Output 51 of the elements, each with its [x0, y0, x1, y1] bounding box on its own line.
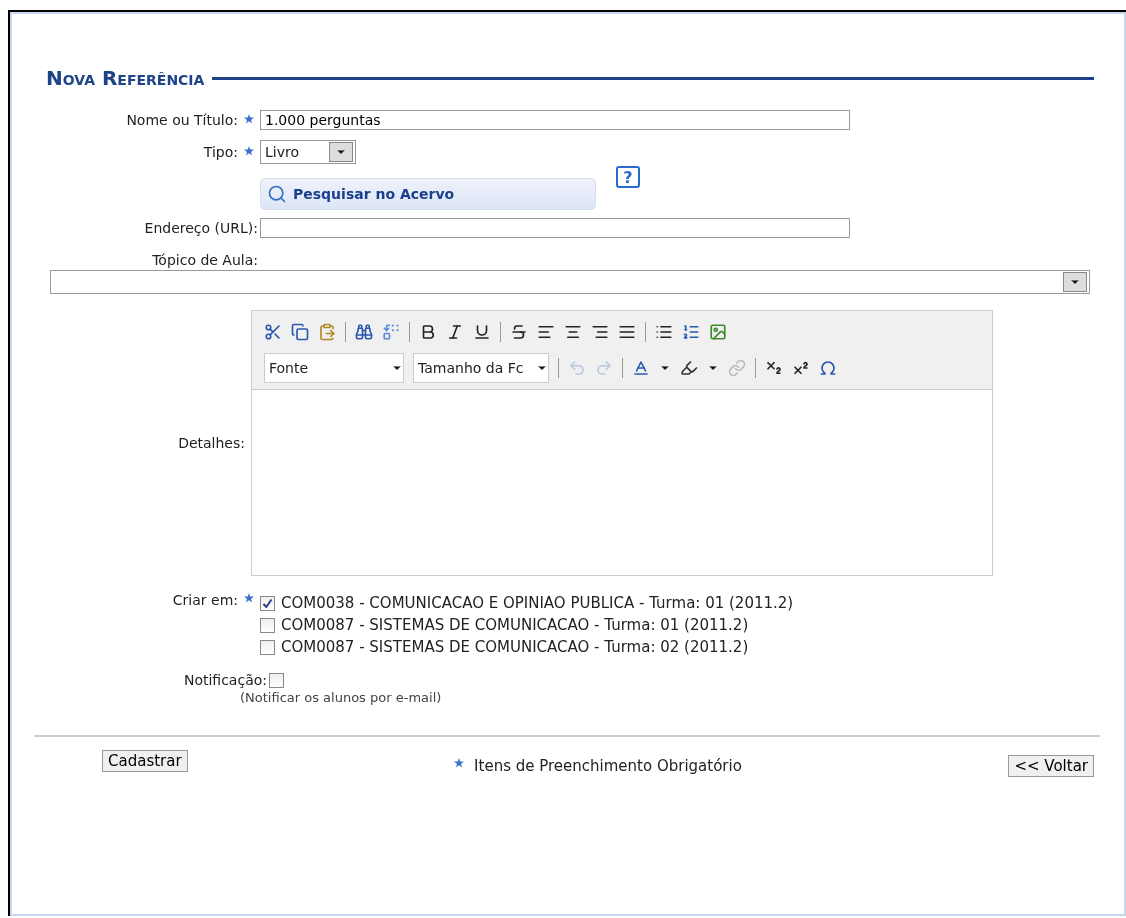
help-icon[interactable]: ?: [616, 166, 640, 188]
required-star-icon: [454, 758, 465, 768]
checkbox-label: COM0038 - COMUNICACAO E OPINIAO PUBLICA - Turma: 01 (2011.2): [281, 594, 794, 612]
back-button[interactable]: << Voltar: [1008, 755, 1094, 777]
align-right-icon[interactable]: [591, 323, 609, 341]
italic-icon[interactable]: [446, 323, 464, 341]
bullet-list-icon[interactable]: [655, 323, 673, 341]
underline-icon[interactable]: [473, 323, 491, 341]
field-label: Endereço (URL):: [143, 220, 259, 236]
align-left-icon[interactable]: [537, 323, 555, 341]
search-collection-button[interactable]: Pesquisar no Acervo: [260, 178, 596, 210]
superscript-icon[interactable]: [792, 359, 810, 377]
checkbox-label: COM0087 - SISTEMAS DE COMUNICACAO - Turma: 02 (2011.2): [281, 638, 749, 656]
checkbox[interactable]: [260, 617, 275, 633]
field-label: Tipo:: [202, 144, 238, 160]
replace-icon[interactable]: [382, 323, 400, 341]
field-label: Nome ou Título:: [125, 112, 238, 128]
align-center-icon[interactable]: [564, 323, 582, 341]
input-field[interactable]: 1.000 perguntas: [260, 110, 850, 130]
checkbox[interactable]: [269, 672, 284, 688]
omega-icon[interactable]: [819, 359, 837, 377]
type-dropdown[interactable]: Livro: [260, 140, 356, 164]
rich-text-editor[interactable]: Fonte Tamanho da Fc: [251, 310, 993, 576]
image-icon[interactable]: [709, 323, 727, 341]
copy-icon[interactable]: [291, 323, 309, 341]
highlighter-icon[interactable]: [680, 359, 698, 377]
checkbox[interactable]: [260, 595, 275, 611]
field-label: Criar em:: [171, 592, 238, 608]
hint-text: (Notificar os alunos por e-mail): [240, 690, 443, 705]
font-dropdown[interactable]: Fonte: [264, 353, 404, 383]
field-label: Tópico de Aula:: [151, 252, 258, 268]
search-icon: [267, 184, 287, 204]
scissors-icon[interactable]: [264, 323, 282, 341]
align-justify-icon[interactable]: [618, 323, 636, 341]
input-field[interactable]: [260, 218, 850, 238]
binoculars-icon[interactable]: [355, 323, 373, 341]
numbered-list-icon[interactable]: [682, 323, 700, 341]
text-color-icon[interactable]: [632, 359, 650, 377]
required-note: Itens de Preenchimento Obrigatório: [474, 757, 742, 775]
field-label: Notificação:: [182, 672, 268, 688]
page-title: Nova Referência: [46, 66, 205, 90]
checkbox-label: COM0087 - SISTEMAS DE COMUNICACAO - Turma: 01 (2011.2): [281, 616, 749, 634]
strikethrough-icon[interactable]: [510, 323, 528, 341]
font-size-dropdown[interactable]: Tamanho da Fc: [413, 353, 549, 383]
topic-dropdown[interactable]: [50, 270, 1090, 294]
clipboard-icon[interactable]: [318, 323, 336, 341]
checkbox[interactable]: [260, 639, 275, 655]
register-button[interactable]: Cadastrar: [102, 750, 188, 772]
subscript-icon[interactable]: [765, 359, 783, 377]
check-icon: [262, 597, 273, 609]
field-label: Detalhes:: [177, 435, 246, 451]
